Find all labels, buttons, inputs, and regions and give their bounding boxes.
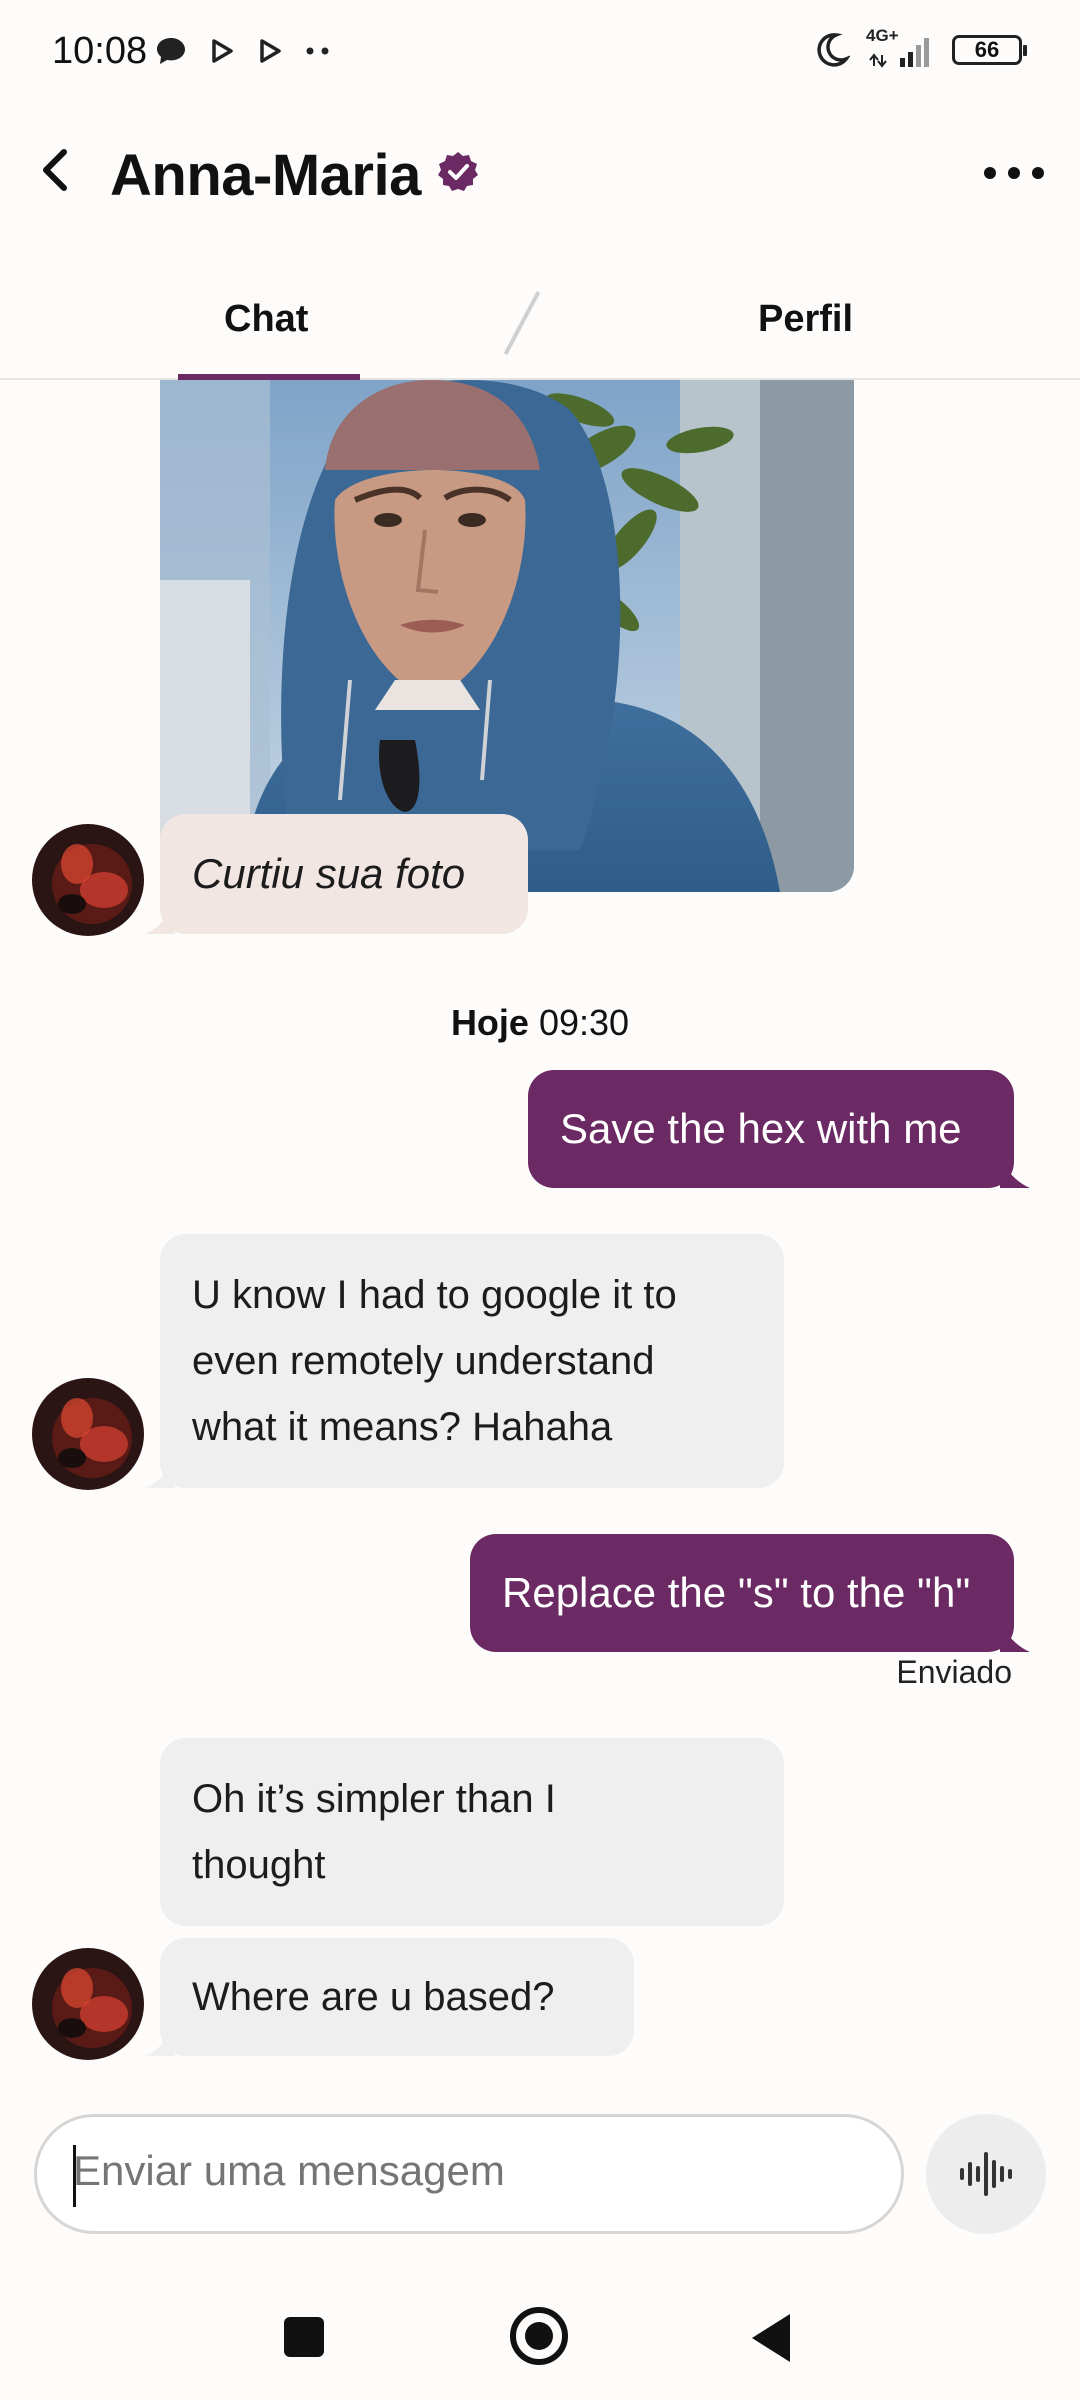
more-dot [1008,167,1020,179]
liked-photo-text: Curtiu sua foto [192,850,466,897]
verified-badge-icon [438,152,478,191]
outgoing-message[interactable]: Save the hex with me [528,1070,1014,1188]
moon-icon [817,33,850,67]
contact-name[interactable]: Anna-Maria [110,142,421,209]
message-input[interactable] [73,2147,873,2195]
play-icon [212,39,233,63]
outgoing-message-text: Replace the "s" to the "h" [502,1569,971,1616]
contact-avatar[interactable] [32,1378,144,1490]
outgoing-message[interactable]: Replace the "s" to the "h" [470,1534,1014,1652]
message-line: U know I had to google it to [192,1273,677,1317]
message-composer [34,2114,904,2234]
contact-avatar[interactable] [32,1948,144,2060]
chevron-left-icon [43,149,67,191]
voice-message-button[interactable] [926,2114,1046,2234]
more-dot [1032,167,1044,179]
incoming-message[interactable]: U know I had to google it to even remote… [160,1234,784,1488]
date-separator-time: 09:30 [538,1002,630,1043]
more-dots-icon [306,47,329,55]
more-dot [984,167,996,179]
back-button[interactable] [30,140,80,200]
battery-indicator: 66 [952,35,1027,65]
play-icon [260,39,281,63]
bubble-tail [145,2026,175,2056]
system-navigation-bar [0,2280,1080,2400]
status-notification-icons [155,36,331,66]
text-caret [73,2145,76,2207]
waveform-icon [960,2152,1012,2196]
tab-divider [503,291,541,355]
outgoing-message-text: Save the hex with me [560,1105,962,1152]
message-line: thought [192,1843,326,1887]
message-line: Oh it’s simpler than I [192,1777,556,1821]
bubble-tail [1000,1158,1030,1188]
home-button[interactable] [510,2307,568,2365]
incoming-message[interactable]: Oh it’s simpler than I thought [160,1738,784,1926]
chat-bubble-icon [157,38,185,64]
incoming-message[interactable]: Where are u based? [160,1938,634,2056]
chat-header: Anna-Maria [0,110,1080,245]
tab-chat[interactable]: Chat [224,298,308,341]
tab-bar: Chat Perfil [0,260,1080,380]
message-line: what it means? Hahaha [192,1405,613,1449]
recents-button[interactable] [284,2317,324,2357]
date-separator-day: Hoje [450,1002,529,1043]
signal-icon: 4G+ [866,26,936,70]
status-system-icons: 4G+ 66 [812,26,1027,70]
bubble-tail [1000,1622,1030,1652]
date-separator: Hoje 09:30 [0,1002,1080,1044]
back-nav-button[interactable] [752,2314,790,2362]
status-bar: 10:08 4G+ 66 [0,0,1080,110]
tab-perfil[interactable]: Perfil [758,298,853,341]
contact-avatar[interactable] [32,824,144,936]
bubble-tail [145,1458,175,1488]
message-line: even remotely understand [192,1339,655,1383]
more-options-button[interactable] [984,162,1044,184]
incoming-message-text: Where are u based? [192,1975,555,2019]
message-status: Enviado [896,1654,1012,1690]
liked-photo-bubble: Curtiu sua foto [160,814,528,934]
status-time: 10:08 [52,30,148,72]
